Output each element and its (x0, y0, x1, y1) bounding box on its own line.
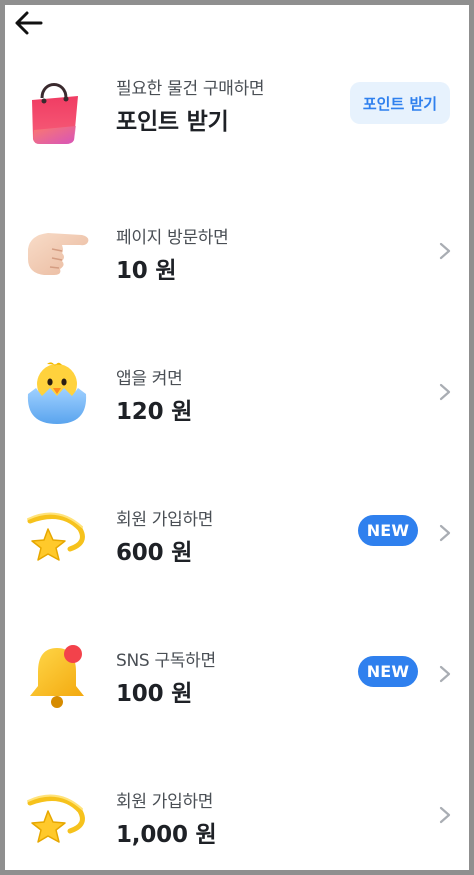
item-subtitle: 회원 가입하면 (116, 510, 214, 530)
reward-item-page-visit[interactable]: 페이지 방문하면 10 원 (0, 181, 474, 313)
new-badge: NEW (358, 515, 418, 546)
back-button[interactable] (10, 6, 46, 40)
item-subtitle: 페이지 방문하면 (116, 228, 229, 248)
reward-item-open-app[interactable]: 앱을 켜면 120 원 (0, 322, 474, 454)
pointing-hand-icon (22, 217, 92, 287)
hatching-chick-icon (22, 358, 92, 428)
shopping-bag-icon (22, 76, 92, 146)
item-amount: 600 원 (116, 540, 193, 566)
chevron-right-icon (439, 806, 451, 824)
item-amount: 1,000 원 (116, 822, 217, 848)
reward-item-sign-up[interactable]: 회원 가입하면 600 원 NEW (0, 463, 474, 595)
bell-icon (22, 640, 92, 710)
item-subtitle: SNS 구독하면 (116, 651, 216, 671)
item-title: 포인트 받기 (116, 109, 229, 135)
item-subtitle: 회원 가입하면 (116, 792, 214, 812)
chevron-right-icon (439, 524, 451, 542)
item-subtitle: 필요한 물건 구매하면 (116, 79, 265, 99)
chevron-right-icon (439, 242, 451, 260)
shooting-star-icon (22, 499, 92, 569)
reward-item-sns-subscribe[interactable]: SNS 구독하면 100 원 NEW (0, 604, 474, 736)
reward-item-sign-up-2[interactable]: 회원 가입하면 1,000 원 (0, 745, 474, 875)
item-amount: 120 원 (116, 399, 193, 425)
new-badge: NEW (358, 656, 418, 687)
chevron-right-icon (439, 383, 451, 401)
reward-item-purchase[interactable]: 필요한 물건 구매하면 포인트 받기 포인트 받기 (0, 40, 474, 172)
item-amount: 100 원 (116, 681, 193, 707)
chevron-right-icon (439, 665, 451, 683)
shooting-star-icon (22, 781, 92, 851)
item-amount: 10 원 (116, 258, 177, 284)
item-subtitle: 앱을 켜면 (116, 369, 183, 389)
arrow-left-icon (15, 11, 43, 35)
get-points-button[interactable]: 포인트 받기 (350, 82, 450, 124)
